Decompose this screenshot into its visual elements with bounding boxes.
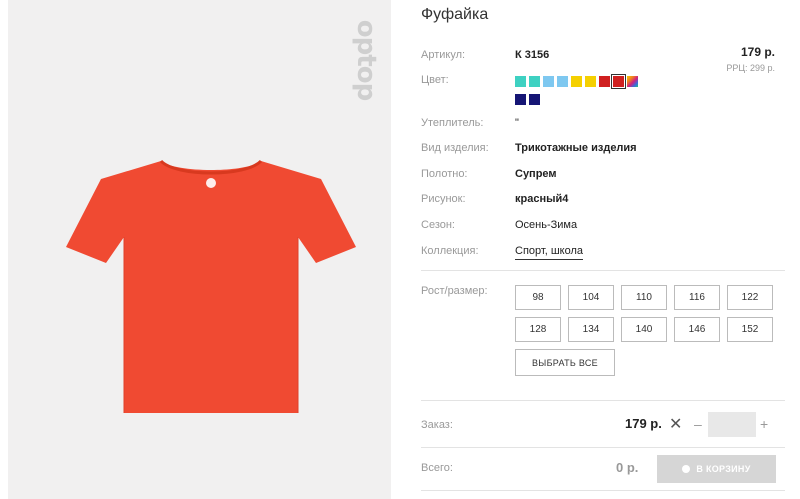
label-badge-icon <box>206 178 216 188</box>
color-swatch[interactable] <box>585 76 596 87</box>
cart-icon <box>682 465 691 473</box>
divider <box>421 400 785 401</box>
size-option[interactable]: 122 <box>727 285 773 310</box>
size-option[interactable]: 98 <box>515 285 561 310</box>
quantity-input[interactable] <box>708 412 756 437</box>
color-swatch[interactable] <box>627 76 638 87</box>
remove-icon[interactable]: ✕ <box>669 414 682 434</box>
insulation-label: Утеплитель: <box>421 117 484 129</box>
size-option[interactable]: 134 <box>568 317 614 342</box>
product-rrp: РРЦ: 299 р. <box>726 63 775 73</box>
size-option[interactable]: 140 <box>621 317 667 342</box>
decrement-button[interactable]: – <box>694 416 702 432</box>
type-label: Вид изделия: <box>421 142 489 154</box>
collection-link[interactable]: Спорт, школа <box>515 245 583 260</box>
product-price: 179 р. <box>740 45 775 59</box>
article-value: К 3156 <box>515 49 550 61</box>
total-label: Всего: <box>421 462 453 474</box>
increment-button[interactable]: + <box>760 416 768 432</box>
fabric-value: Супрем <box>515 168 557 180</box>
product-info: Фуфайка Артикул: К 3156 179 р. РРЦ: 299 … <box>421 0 785 499</box>
season-label: Сезон: <box>421 219 455 231</box>
add-to-cart-label: В КОРЗИНУ <box>696 464 751 474</box>
season-value: Осень-Зима <box>515 219 578 231</box>
color-swatch[interactable] <box>611 74 626 89</box>
tshirt-image <box>66 159 356 413</box>
size-option[interactable]: 152 <box>727 317 773 342</box>
add-to-cart-button[interactable]: В КОРЗИНУ <box>657 455 776 483</box>
size-option[interactable]: 116 <box>674 285 720 310</box>
color-swatch[interactable] <box>515 76 526 87</box>
color-swatch[interactable] <box>515 94 526 105</box>
insulation-value: " <box>515 117 519 129</box>
divider <box>421 447 785 448</box>
color-swatch[interactable] <box>557 76 568 87</box>
color-swatch[interactable] <box>529 76 540 87</box>
product-photo[interactable]: optop <box>8 0 391 499</box>
color-swatch[interactable] <box>543 76 554 87</box>
pattern-value: красный4 <box>515 193 569 205</box>
color-swatch[interactable] <box>599 76 610 87</box>
order-label: Заказ: <box>421 419 453 431</box>
divider <box>421 490 785 491</box>
total-value: 0 р. <box>616 460 639 475</box>
size-option[interactable]: 128 <box>515 317 561 342</box>
order-price: 179 р. <box>625 416 662 431</box>
article-label: Артикул: <box>421 49 466 61</box>
size-option[interactable]: 110 <box>621 285 667 310</box>
select-all-button[interactable]: ВЫБРАТЬ ВСЕ <box>515 349 615 376</box>
product-title: Фуфайка <box>421 6 489 23</box>
color-swatch[interactable] <box>529 94 540 105</box>
brand-logo: optop <box>351 19 381 101</box>
pattern-label: Рисунок: <box>421 193 466 205</box>
fabric-label: Полотно: <box>421 168 468 180</box>
collection-label: Коллекция: <box>421 245 479 257</box>
color-swatch[interactable] <box>571 76 582 87</box>
size-option[interactable]: 104 <box>568 285 614 310</box>
divider <box>421 270 785 271</box>
color-label: Цвет: <box>421 74 449 86</box>
color-swatches <box>515 74 665 112</box>
size-option[interactable]: 146 <box>674 317 720 342</box>
size-label: Рост/размер: <box>421 285 488 297</box>
type-value: Трикотажные изделия <box>515 142 637 154</box>
